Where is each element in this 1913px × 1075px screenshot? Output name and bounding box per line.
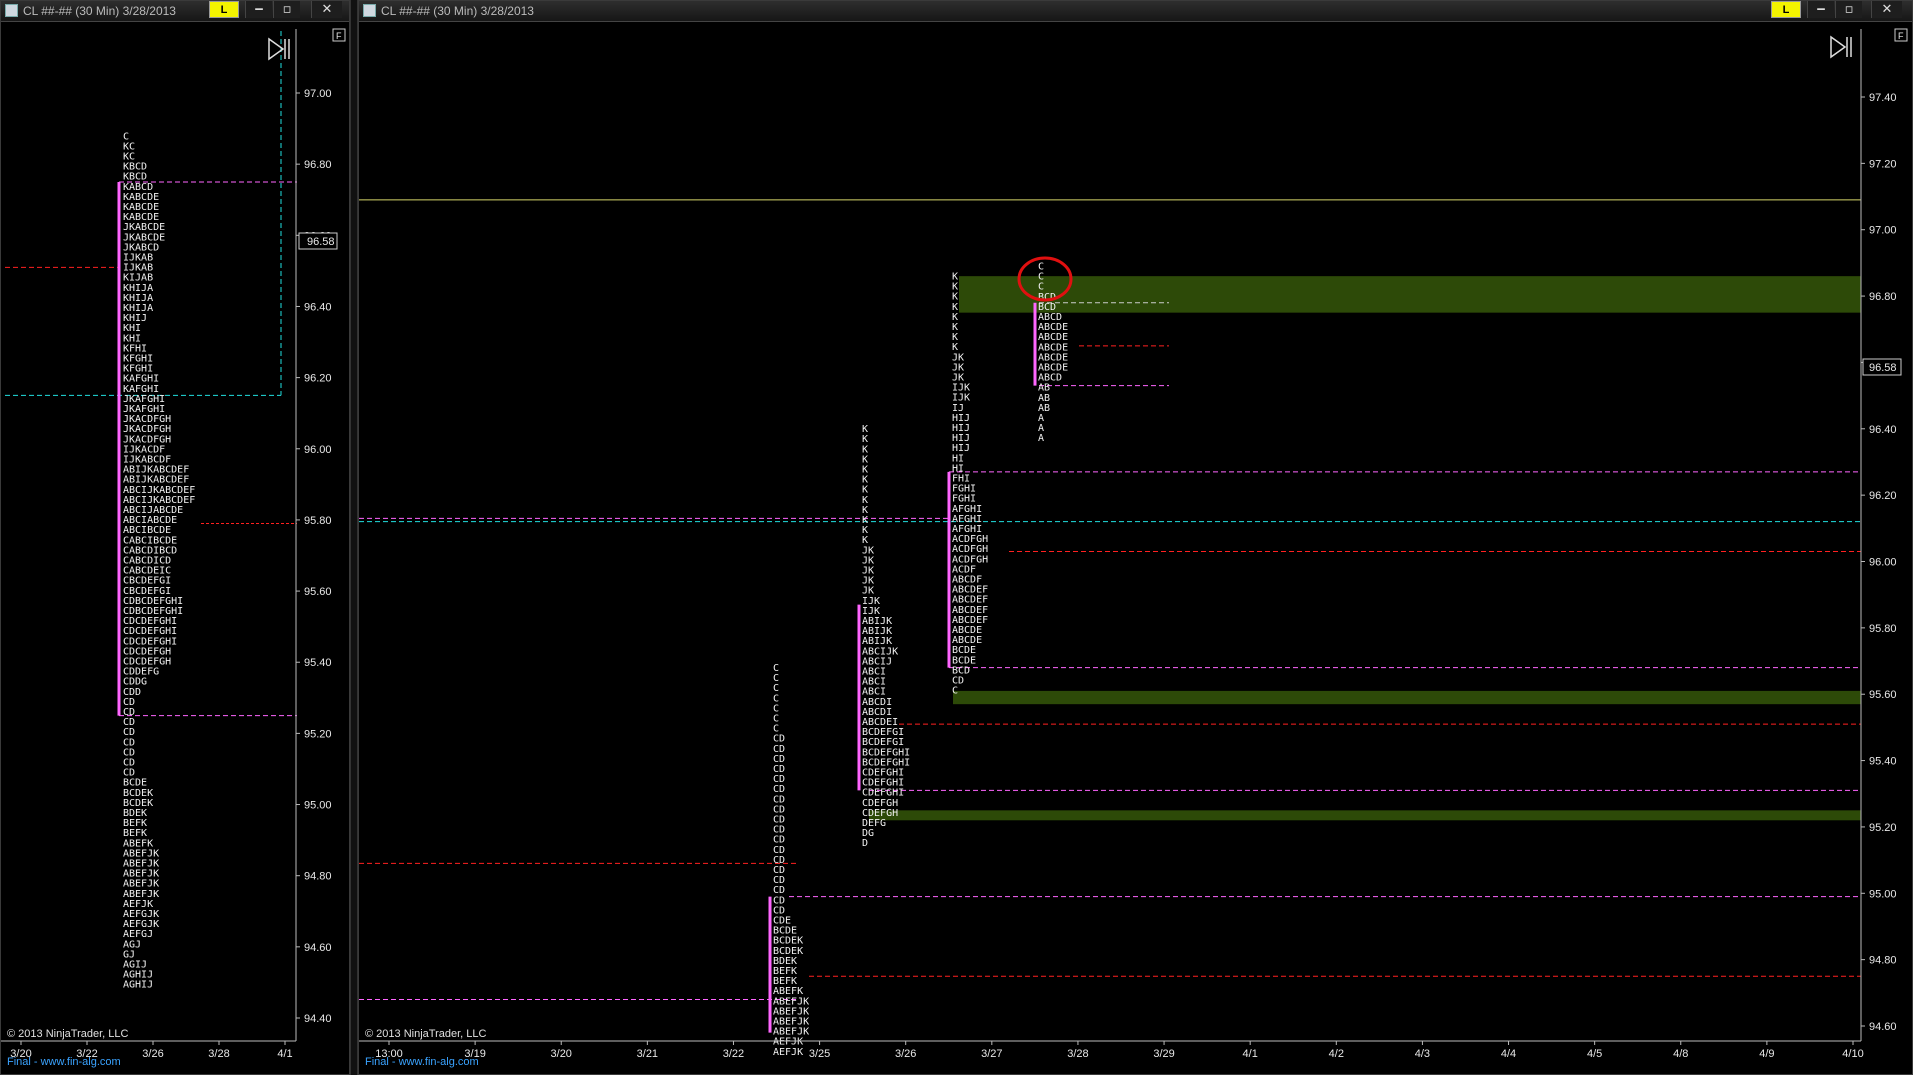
right-y-tick-label: 95.40: [1869, 756, 1897, 768]
right-y-tick-label: 96.80: [1869, 291, 1897, 303]
right-y-tick-label: 95.00: [1869, 888, 1897, 900]
right-x-tick-label: 3/27: [981, 1048, 1002, 1060]
right-y-tick-label: 97.20: [1869, 158, 1897, 170]
left-y-tick-label: 95.60: [304, 586, 332, 598]
right-x-tick-label: 3/29: [1153, 1048, 1174, 1060]
single-print-zone: [953, 690, 1861, 705]
right-x-tick-label: 4/1: [1243, 1048, 1258, 1060]
right-y-tick-label: 95.20: [1869, 822, 1897, 834]
right-x-tick-label: 3/20: [551, 1048, 572, 1060]
left-y-tick-label: 96.80: [304, 159, 332, 171]
left-y-tick-label: 95.40: [304, 657, 332, 669]
left-price-badge: 96.58: [307, 236, 335, 248]
window-splitter[interactable]: [350, 0, 358, 1075]
left-profile-row: AGHIJ: [123, 980, 153, 991]
right-chart-window[interactable]: CL ##-## (30 Min) 3/28/2013 L ‒ ▫ ✕ CCCC…: [358, 0, 1913, 1075]
left-y-tick-label: 95.20: [304, 728, 332, 740]
right-y-tick-label: 97.00: [1869, 225, 1897, 237]
right-chart-canvas[interactable]: CCCCCCCCDCDCDCDCDCDCDCDCDCDCDCDCDCDCDCDC…: [359, 1, 1913, 1075]
right-x-tick-label: 4/4: [1501, 1048, 1516, 1060]
left-x-tick-label: 4/1: [277, 1048, 292, 1060]
single-print-zone: [959, 276, 1861, 313]
right-y-tick-label: 96.20: [1869, 490, 1897, 502]
right-x-tick-label: 3/26: [895, 1048, 916, 1060]
right-profile-row: C: [952, 686, 958, 697]
left-y-tick-label: 96.40: [304, 301, 332, 313]
left-final-label[interactable]: Final - www.fin-alg.com: [7, 1056, 121, 1068]
left-y-tick-label: 94.80: [304, 871, 332, 883]
right-x-tick-label: 3/28: [1067, 1048, 1088, 1060]
left-y-tick-label: 96.20: [304, 373, 332, 385]
left-x-tick-label: 3/26: [142, 1048, 163, 1060]
right-y-tick-label: 94.80: [1869, 955, 1897, 967]
left-copyright: © 2013 NinjaTrader, LLC: [7, 1028, 128, 1040]
single-print-zone: [869, 810, 1861, 821]
right-price-badge: 96.58: [1869, 362, 1897, 374]
right-x-tick-label: 4/5: [1587, 1048, 1602, 1060]
left-y-tick-label: 96.00: [304, 444, 332, 456]
left-y-tick-label: 95.00: [304, 800, 332, 812]
right-x-tick-label: 3/22: [723, 1048, 744, 1060]
left-y-tick-label: 97.00: [304, 88, 332, 100]
right-y-tick-label: 95.60: [1869, 689, 1897, 701]
right-x-tick-label: 4/10: [1842, 1048, 1863, 1060]
right-final-label[interactable]: Final - www.fin-alg.com: [365, 1056, 479, 1068]
right-y-tick-label: 94.60: [1869, 1021, 1897, 1033]
right-profile-row: D: [862, 838, 868, 849]
right-y-tick-label: 96.00: [1869, 557, 1897, 569]
left-f-label: F: [336, 31, 342, 41]
right-copyright: © 2013 NinjaTrader, LLC: [365, 1028, 486, 1040]
left-y-tick-label: 94.60: [304, 942, 332, 954]
left-chart-canvas[interactable]: CKCKCKBCDKBCDKABCDKABCDEKABCDEKABCDEJKAB…: [1, 1, 350, 1075]
right-y-tick-label: 96.40: [1869, 424, 1897, 436]
left-y-tick-label: 95.80: [304, 515, 332, 527]
left-x-tick-label: 3/28: [208, 1048, 229, 1060]
play-icon[interactable]: [1830, 35, 1852, 59]
right-x-tick-label: 4/3: [1415, 1048, 1430, 1060]
right-f-label: F: [1898, 31, 1904, 41]
right-x-tick-label: 3/21: [637, 1048, 658, 1060]
left-y-tick-label: 94.40: [304, 1013, 332, 1025]
right-profile-row: A: [1038, 433, 1044, 444]
right-x-tick-label: 4/2: [1329, 1048, 1344, 1060]
right-profile-row: AEFJK: [773, 1047, 803, 1058]
right-x-tick-label: 4/8: [1673, 1048, 1688, 1060]
right-x-tick-label: 3/25: [809, 1048, 830, 1060]
right-x-tick-label: 4/9: [1759, 1048, 1774, 1060]
play-icon[interactable]: [268, 37, 290, 61]
right-y-tick-label: 95.80: [1869, 623, 1897, 635]
right-y-tick-label: 97.40: [1869, 92, 1897, 104]
left-chart-window[interactable]: CL ##-## (30 Min) 3/28/2013 L ‒ ▫ ✕ C KC K…: [0, 0, 350, 1075]
